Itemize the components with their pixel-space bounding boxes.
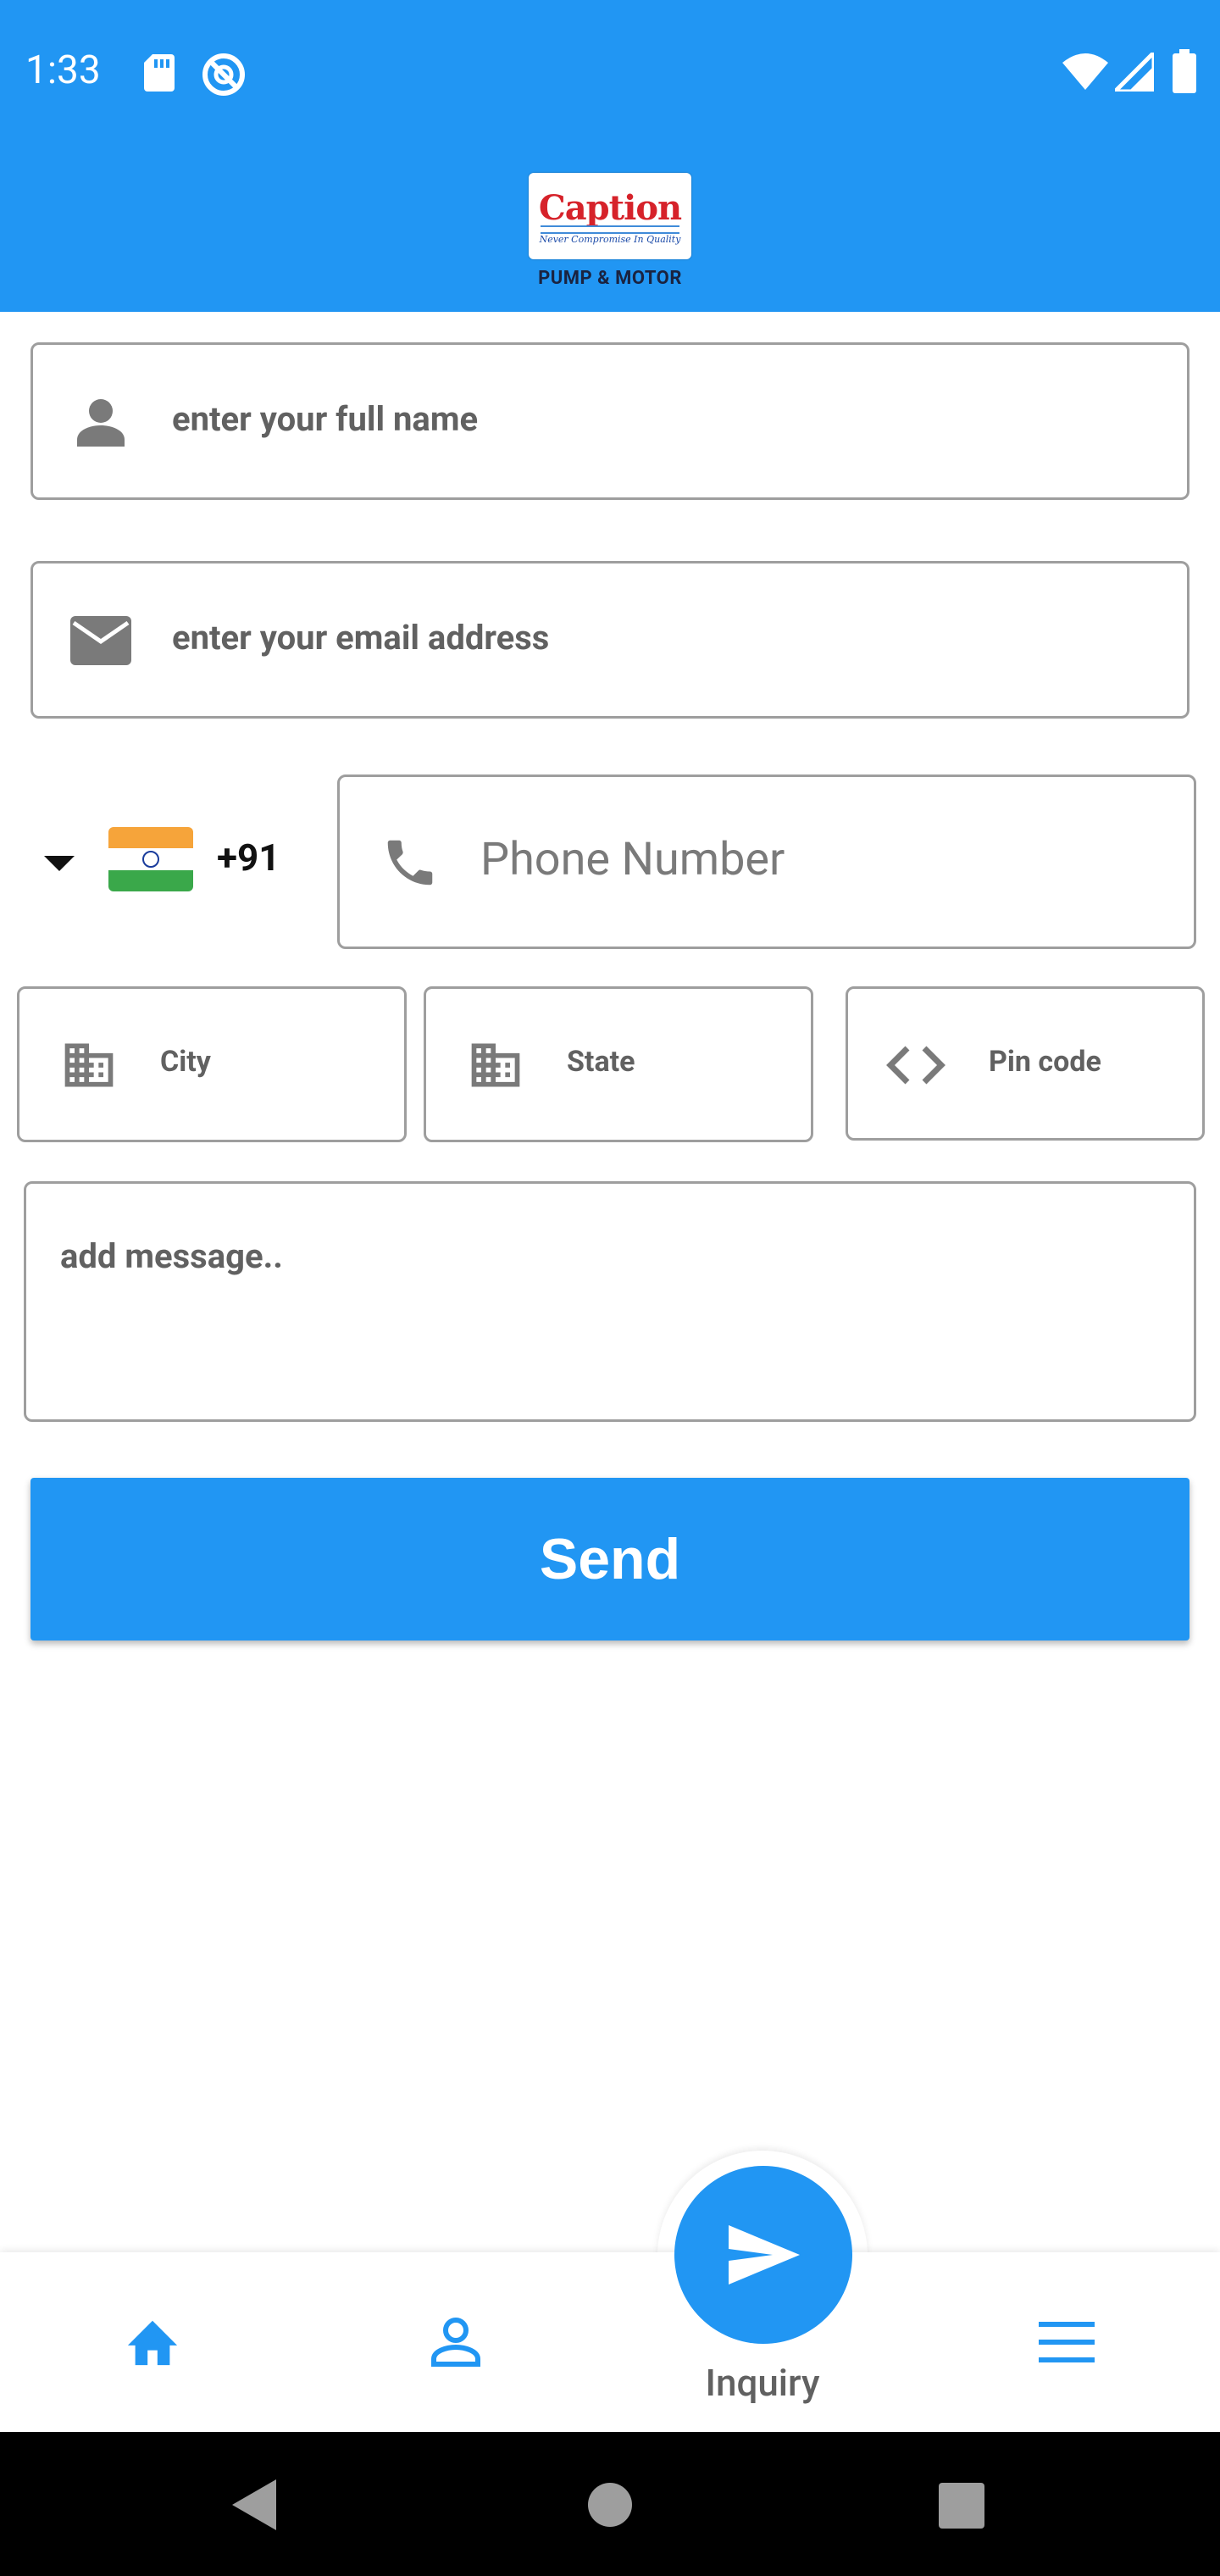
recents-icon[interactable] [939,2483,984,2529]
send-icon [729,2225,800,2285]
inquiry-fab-button[interactable] [674,2166,852,2344]
logo: Caption Never Compromise In Quality PUMP… [0,169,1220,297]
state-field[interactable]: State [424,986,813,1142]
message-placeholder: add message.. [60,1236,283,1276]
logo-subtitle: PUMP & MOTOR [538,268,682,289]
full-name-placeholder: enter your full name [172,399,479,439]
state-placeholder: State [567,1045,635,1079]
bottom-navigation [0,2252,1220,2432]
system-navigation-bar [0,2432,1220,2576]
message-field[interactable]: add message.. [24,1181,1196,1422]
code-icon [886,1046,946,1085]
full-name-field[interactable]: enter your full name [30,342,1190,500]
person-icon [77,399,125,447]
home-icon[interactable] [122,2313,183,2368]
logo-waves [541,225,679,234]
battery-icon [1173,49,1196,93]
logo-wordmark: Caption [538,188,682,228]
email-field[interactable]: enter your email address [30,561,1190,719]
sd-card-icon [144,54,175,92]
phone-number-field[interactable]: Phone Number [337,774,1196,949]
cell-signal-icon [1115,53,1154,92]
building-icon [64,1043,114,1087]
building-icon [471,1043,520,1087]
menu-icon[interactable] [1039,2322,1095,2362]
person-icon[interactable] [429,2315,483,2369]
mail-icon [70,616,131,665]
city-placeholder: City [160,1045,211,1079]
india-flag-icon [108,827,193,891]
phone-placeholder: Phone Number [480,833,785,886]
pincode-field[interactable]: Pin code [846,986,1205,1141]
chevron-down-icon [44,856,75,871]
sync-disabled-icon [202,53,245,96]
logo-tagline: Never Compromise In Quality [539,234,681,245]
status-bar: 1:33 [0,0,1220,146]
logo-badge: Caption Never Compromise In Quality [529,173,691,259]
country-code-picker[interactable]: +91 [34,822,322,907]
city-field[interactable]: City [17,986,407,1142]
wifi-icon [1062,53,1108,90]
phone-icon [387,840,433,886]
inquiry-nav-label[interactable]: Inquiry [593,2361,932,2405]
status-time: 1:33 [25,47,101,93]
send-button-label: Send [539,1527,681,1591]
app-header: 1:33 Caption Never Compromise In Quality… [0,0,1220,312]
email-placeholder: enter your email address [172,618,550,658]
pincode-placeholder: Pin code [989,1045,1101,1079]
home-circle-icon[interactable] [586,2481,634,2529]
send-button[interactable]: Send [30,1478,1190,1641]
country-dial-code: +91 [217,836,280,880]
back-icon[interactable] [232,2479,278,2530]
